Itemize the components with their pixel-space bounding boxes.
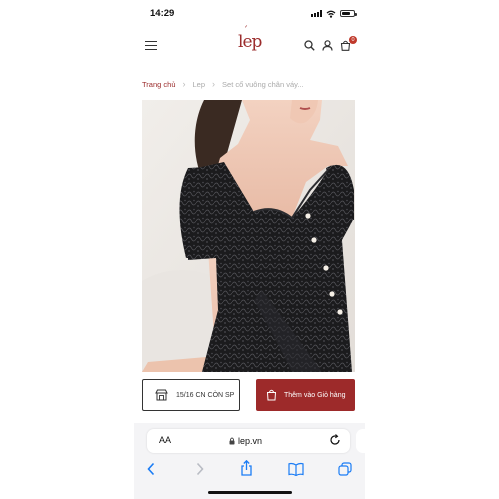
breadcrumb-home[interactable]: Trang chủ (142, 80, 176, 89)
chevron-right-icon: › (212, 79, 216, 89)
status-bar: 14:29 (134, 0, 365, 26)
product-image[interactable] (142, 100, 355, 372)
home-indicator (208, 491, 292, 494)
text-size-button[interactable]: AA (159, 435, 171, 445)
share-icon[interactable] (240, 460, 253, 476)
breadcrumb-category[interactable]: Lep (193, 80, 206, 89)
url-display[interactable]: lep.vn (229, 436, 262, 446)
cart-count-badge: 0 (349, 36, 357, 44)
breadcrumb: Trang chủ › Lep › Set cổ vuông chân váy.… (142, 77, 304, 91)
chevron-right-icon: › (182, 79, 186, 89)
reload-icon[interactable] (329, 434, 341, 446)
back-icon[interactable] (146, 462, 156, 476)
tabs-icon[interactable] (338, 462, 352, 476)
add-to-cart-label: Thêm vào Giỏ hàng (284, 391, 346, 399)
brand-logo[interactable]: l ´ ep (238, 26, 262, 52)
bookmarks-icon[interactable] (288, 462, 304, 476)
user-icon[interactable] (322, 40, 333, 51)
shopping-bag-icon (266, 389, 277, 401)
add-to-cart-button[interactable]: Thêm vào Giỏ hàng (256, 379, 355, 411)
status-time: 14:29 (150, 8, 175, 19)
site-header: l ´ ep 0 (134, 26, 365, 66)
search-icon[interactable] (304, 40, 315, 51)
store-stock-button[interactable]: 15/16 CN CÒN SP (142, 379, 240, 411)
store-stock-label: 15/16 CN CÒN SP (176, 391, 235, 399)
safari-toolbar (134, 459, 365, 481)
address-bar[interactable]: AA lep.vn (147, 429, 350, 453)
menu-icon[interactable] (145, 41, 157, 51)
url-text: lep.vn (238, 436, 263, 446)
lock-icon (229, 437, 235, 445)
next-tab-preview[interactable] (356, 429, 365, 453)
breadcrumb-current: Set cổ vuông chân váy... (222, 79, 304, 89)
product-photo-illustration (142, 100, 355, 372)
text-size-label: AA (159, 435, 172, 445)
store-icon (155, 389, 168, 401)
forward-icon[interactable] (195, 462, 205, 476)
status-icons (311, 9, 357, 18)
battery-icon (340, 10, 357, 17)
signal-icon (311, 10, 322, 17)
safari-bottom-bar: AA lep.vn (134, 423, 365, 499)
wifi-icon (326, 10, 336, 18)
phone-screen: 14:29 l ´ ep 0 Trang chủ › Lep › Set cổ … (134, 0, 365, 499)
